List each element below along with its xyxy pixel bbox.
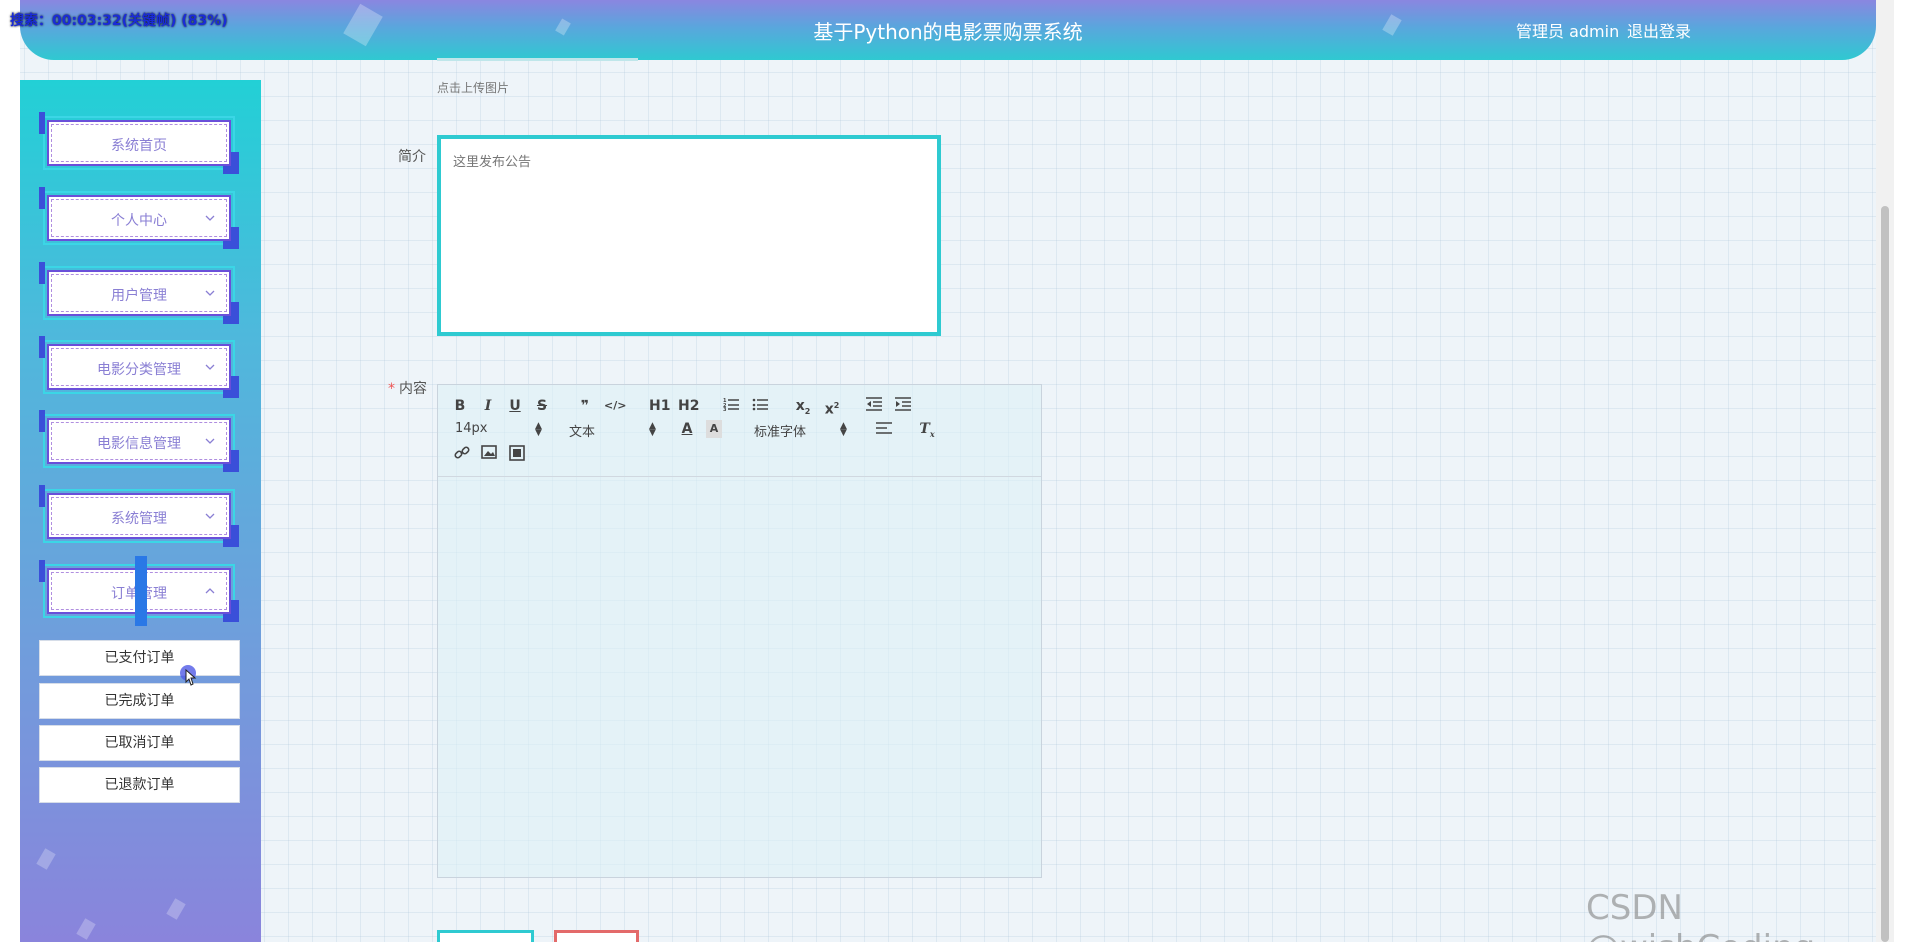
h1-icon[interactable]: H1 (649, 397, 671, 415)
font-color-icon[interactable]: A (679, 420, 695, 438)
quote-icon[interactable]: ❞ (577, 397, 593, 415)
sidebar-item-system[interactable]: 系统管理 (39, 485, 239, 547)
sidebar-item-label: 电影分类管理 (97, 362, 181, 378)
font-size-value: 14px (455, 421, 488, 436)
background-color-icon[interactable]: A (706, 420, 722, 438)
h2-label: H2 (678, 398, 700, 414)
sidebar-item-home[interactable]: 系统首页 (39, 112, 239, 174)
chevron-up-icon (205, 586, 215, 596)
upload-area-edge (437, 58, 638, 61)
underline-icon[interactable]: U (508, 397, 522, 415)
editor-toolbar: B I U S ❞ </> H1 H2 123 x2 x2 14px ▲ ▼ 文… (438, 385, 1041, 477)
sidebar-decoration (36, 848, 56, 870)
current-user: 管理员 admin (1516, 22, 1620, 41)
submit-button[interactable] (437, 930, 534, 942)
sidebar-decoration (166, 898, 186, 920)
right-margin (1894, 0, 1914, 942)
heading-value: 文本 (569, 425, 596, 440)
content-label-text: 内容 (399, 381, 427, 397)
font-family-select[interactable]: 标准字体 ▲ ▼ (754, 421, 850, 440)
code-icon[interactable]: </> (604, 397, 626, 415)
rich-text-editor: B I U S ❞ </> H1 H2 123 x2 x2 14px ▲ ▼ 文… (437, 384, 1042, 878)
chevron-down-icon (205, 213, 215, 223)
intro-label: 简介 (398, 149, 426, 165)
vertical-scrollbar[interactable] (1876, 0, 1894, 942)
sidebar-item-users[interactable]: 用户管理 (39, 262, 239, 324)
heading-select[interactable]: 文本 ▲ ▼ (569, 421, 657, 440)
superscript-icon[interactable]: x2 (823, 397, 841, 418)
recorder-overlay: 搜索：00:03:32(关键帧) (83%) (10, 13, 228, 29)
bullet-list-icon[interactable] (751, 397, 769, 415)
submenu-cancelled-orders[interactable]: 已取消订单 (39, 725, 240, 761)
text-caret (135, 556, 147, 626)
video-icon[interactable] (508, 445, 526, 463)
select-arrows-icon: ▼ (649, 428, 656, 438)
sidebar-item-label: 用户管理 (111, 288, 167, 304)
upload-hint[interactable]: 点击上传图片 (437, 79, 509, 96)
scrollbar-thumb[interactable] (1881, 206, 1889, 942)
sidebar-item-orders[interactable]: 订单管理 (39, 556, 239, 626)
outdent-icon[interactable] (865, 397, 883, 415)
sidebar-item-label: 电影信息管理 (97, 436, 181, 452)
sidebar-decoration (76, 918, 96, 940)
sidebar-item-movie-category[interactable]: 电影分类管理 (39, 336, 239, 398)
chevron-down-icon (205, 362, 215, 372)
align-icon[interactable] (875, 421, 893, 439)
left-margin (0, 0, 20, 942)
chevron-down-icon (205, 288, 215, 298)
indent-icon[interactable] (894, 397, 912, 415)
chevron-down-icon (205, 436, 215, 446)
submenu-paid-orders[interactable]: 已支付订单 (39, 640, 240, 676)
top-header: 基于Python的电影票购票系统 管理员 admin 退出登录 (20, 0, 1876, 60)
sidebar-item-movie-info[interactable]: 电影信息管理 (39, 410, 239, 472)
italic-icon[interactable]: I (481, 397, 495, 415)
font-family-value: 标准字体 (754, 425, 807, 440)
editor-content-area[interactable] (438, 477, 1041, 877)
hand-cursor-icon (180, 664, 204, 694)
clear-format-icon[interactable]: Tx (918, 420, 936, 439)
watermark: CSDN @wishCoding (1586, 888, 1815, 942)
sidebar-item-profile[interactable]: 个人中心 (39, 187, 239, 249)
select-arrows-icon: ▼ (535, 428, 542, 438)
svg-text:3: 3 (723, 407, 727, 411)
sidebar: 系统首页 个人中心 用户管理 电影分类管理 电影信息管理 系统管理 (20, 80, 261, 942)
select-arrows-icon: ▼ (840, 428, 847, 438)
intro-textarea[interactable] (437, 135, 941, 336)
chevron-down-icon (205, 511, 215, 521)
h1-label: H1 (649, 398, 671, 414)
logout-button[interactable]: 退出登录 (1627, 18, 1691, 42)
ordered-list-icon[interactable]: 123 (722, 397, 740, 415)
sidebar-item-label: 个人中心 (111, 213, 167, 229)
bold-icon[interactable]: B (453, 397, 467, 415)
required-marker: * (388, 381, 395, 397)
subscript-icon[interactable]: x2 (794, 397, 812, 416)
strikethrough-icon[interactable]: S (535, 397, 549, 415)
submenu-completed-orders[interactable]: 已完成订单 (39, 683, 240, 719)
h2-icon[interactable]: H2 (678, 397, 700, 415)
image-icon[interactable] (480, 445, 498, 463)
content-label: * 内容 (388, 378, 427, 398)
submenu-refunded-orders[interactable]: 已退款订单 (39, 767, 240, 803)
cancel-button[interactable] (554, 930, 639, 942)
link-icon[interactable] (453, 445, 471, 463)
sidebar-item-label: 系统首页 (111, 138, 167, 154)
font-size-select[interactable]: 14px ▲ ▼ (455, 421, 543, 438)
sidebar-item-label: 系统管理 (111, 511, 167, 527)
